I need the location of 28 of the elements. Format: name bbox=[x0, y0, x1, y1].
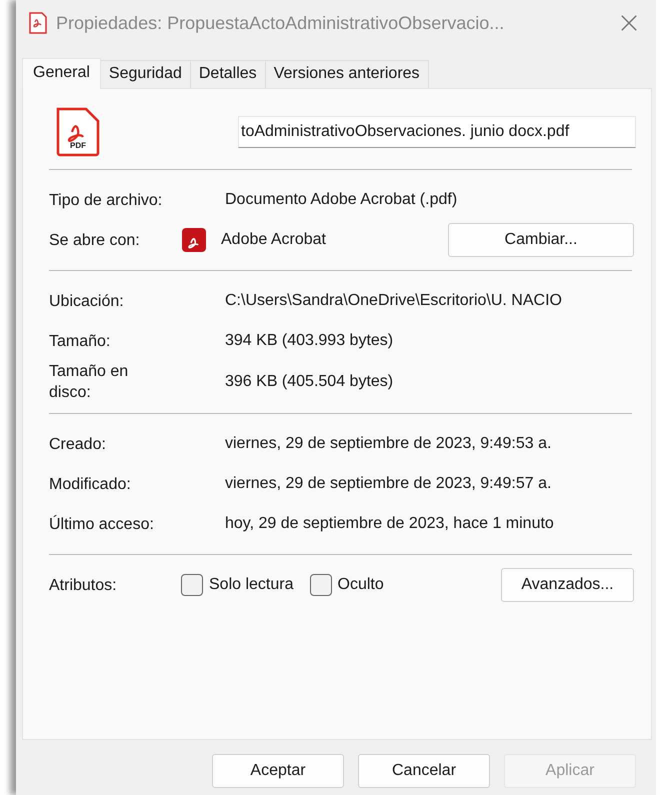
field-value: Documento Adobe Acrobat (.pdf) bbox=[225, 191, 458, 209]
field-value: hoy, 29 de septiembre de 2023, hace 1 minuto bbox=[225, 515, 554, 533]
tab[interactable]: General bbox=[22, 58, 101, 89]
dialog-button[interactable]: Aceptar bbox=[212, 754, 344, 788]
field-label: Tamaño: bbox=[49, 332, 110, 352]
checkbox-label: Oculto bbox=[338, 576, 384, 594]
field-value: viernes, 29 de septiembre de 2023, 9:49:57 a. bbox=[225, 475, 552, 493]
field-label: Ubicación: bbox=[49, 292, 124, 312]
file-name-field[interactable]: toAdministrativoObservaciones. junio docx.pdf bbox=[238, 116, 636, 148]
field-label: Tipo de archivo: bbox=[49, 190, 162, 210]
tab[interactable]: Versiones anteriores bbox=[264, 60, 429, 88]
app-name: Adobe Acrobat bbox=[221, 231, 327, 249]
field-label: Atributos: bbox=[49, 576, 117, 596]
field-label: Creado: bbox=[49, 434, 106, 454]
field-label: Modificado: bbox=[49, 474, 131, 494]
checkbox-label: Solo lectura bbox=[209, 576, 294, 594]
window-title: Propiedades: PropuestaActoAdministrativoObservacio... bbox=[56, 12, 506, 34]
field-value: viernes, 29 de septiembre de 2023, 9:49:53 a. bbox=[225, 435, 552, 453]
field-value: 394 KB (403.993 bytes) bbox=[225, 332, 394, 350]
field-label: Tamaño en disco: bbox=[49, 362, 130, 403]
field-value: 396 KB (405.504 bytes) bbox=[225, 373, 394, 391]
change-button[interactable]: Cambiar... bbox=[448, 223, 634, 257]
pdf-file-icon: PDF bbox=[55, 107, 101, 157]
advanced-button[interactable]: Avanzados... bbox=[501, 568, 634, 602]
field-label: Se abre con: bbox=[49, 230, 140, 250]
dialog-button[interactable]: Cancelar bbox=[358, 754, 490, 788]
field-value: C:\Users\Sandra\OneDrive\Escritorio\U. NACIO bbox=[225, 292, 562, 310]
field-label: Último acceso: bbox=[49, 514, 154, 534]
